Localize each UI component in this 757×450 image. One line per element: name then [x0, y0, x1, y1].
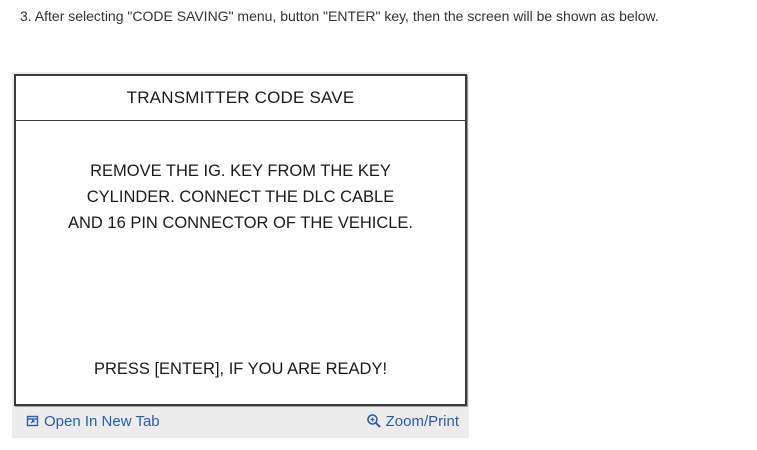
screen-message: REMOVE THE IG. KEY FROM THE KEY CYLINDER…: [16, 158, 465, 236]
device-screen: TRANSMITTER CODE SAVE REMOVE THE IG. KEY…: [14, 74, 467, 406]
zoom-print-label: Zoom/Print: [385, 412, 459, 430]
message-line: REMOVE THE IG. KEY FROM THE KEY: [90, 162, 391, 180]
open-in-new-tab-label: Open In New Tab: [44, 412, 160, 430]
message-line: CYLINDER. CONNECT THE DLC CABLE: [86, 188, 395, 206]
instruction-text: 3. After selecting "CODE SAVING" menu, b…: [20, 8, 659, 24]
screen-prompt: PRESS [ENTER], IF YOU ARE READY!: [93, 360, 388, 378]
open-new-tab-icon: [26, 414, 40, 428]
message-line: AND 16 PIN CONNECTOR OF THE VEHICLE.: [67, 214, 414, 232]
zoom-icon: [366, 413, 382, 429]
figure-container: TRANSMITTER CODE SAVE REMOVE THE IG. KEY…: [12, 72, 469, 438]
screen-title: TRANSMITTER CODE SAVE: [16, 76, 465, 121]
open-in-new-tab-link[interactable]: Open In New Tab: [26, 413, 160, 430]
figure-footer: Open In New Tab Zoom/Print: [12, 406, 469, 436]
zoom-print-link[interactable]: Zoom/Print: [366, 413, 459, 430]
